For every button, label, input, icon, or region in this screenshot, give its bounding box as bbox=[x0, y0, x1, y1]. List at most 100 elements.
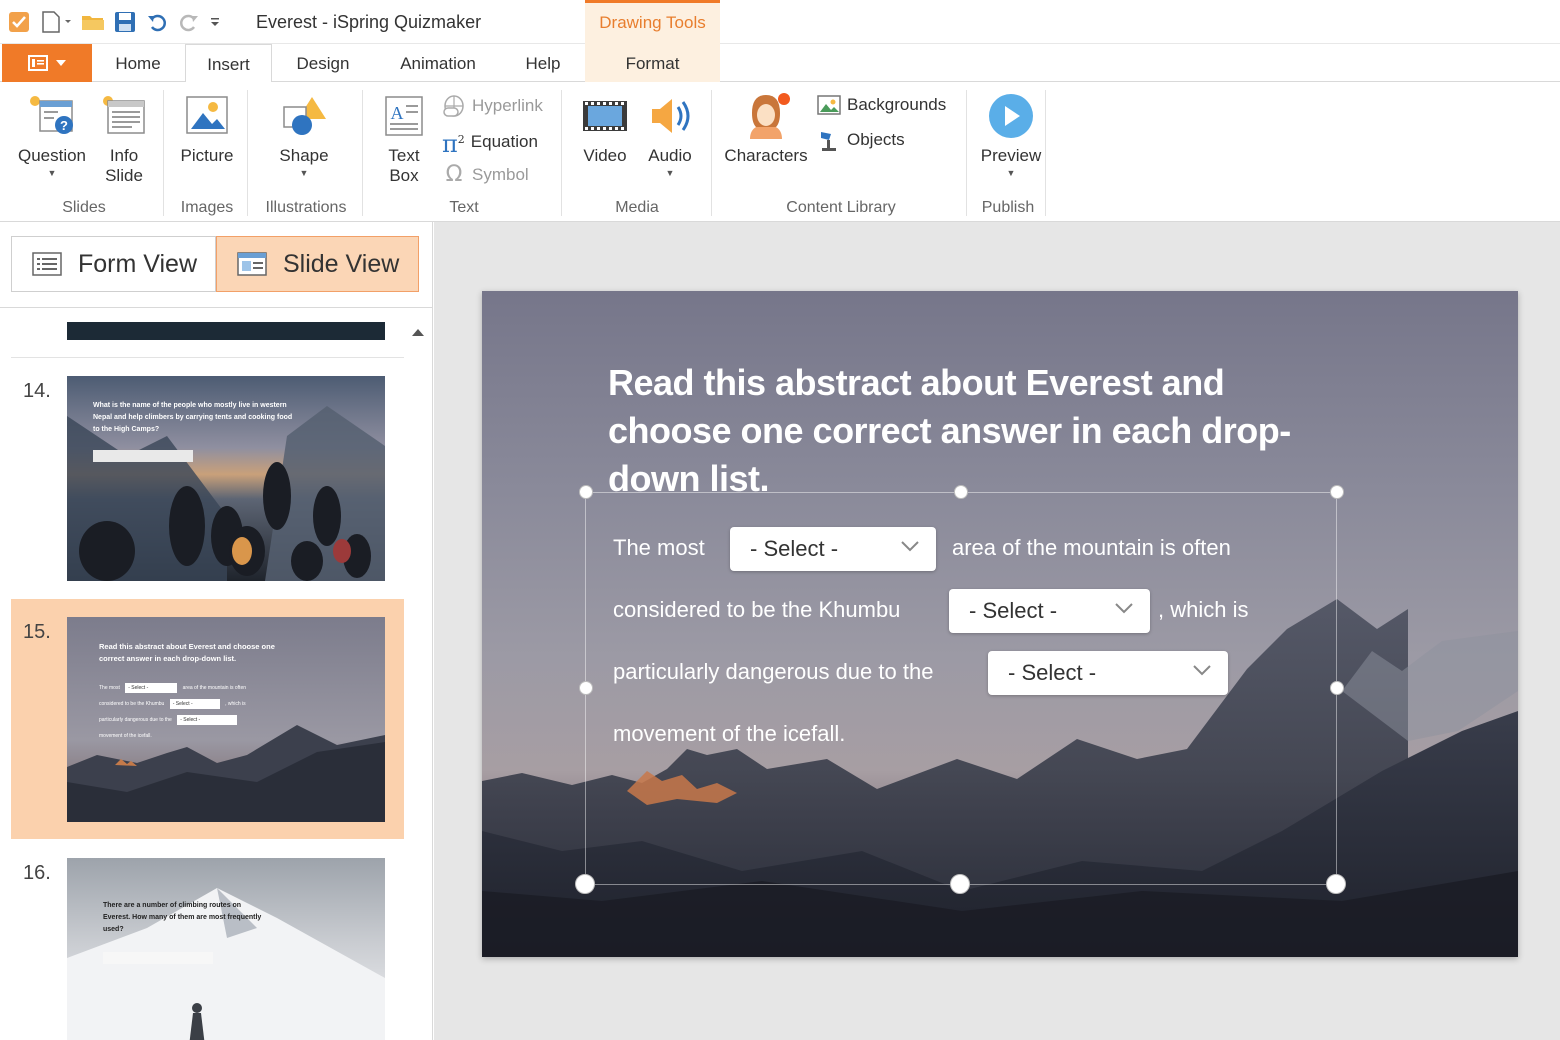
tab-home[interactable]: Home bbox=[100, 44, 176, 82]
info-slide-button[interactable]: Info Slide bbox=[96, 92, 152, 186]
preview-label: Preview bbox=[980, 146, 1042, 165]
redo-icon[interactable] bbox=[176, 8, 202, 36]
slide-number: 15. bbox=[23, 621, 51, 643]
media-group-label: Media bbox=[615, 199, 659, 216]
symbol-button[interactable]: Ω Symbol bbox=[442, 162, 529, 187]
chevron-down-icon bbox=[1115, 603, 1133, 614]
pi-icon: π2 bbox=[442, 130, 465, 158]
resize-handle-top[interactable] bbox=[954, 485, 968, 499]
question-dropdown-icon: ▼ bbox=[47, 168, 57, 178]
scroll-up-arrow-icon[interactable] bbox=[412, 329, 424, 336]
objects-label: Objects bbox=[847, 130, 905, 149]
text-box-icon: A bbox=[378, 92, 430, 140]
content-library-group-label: Content Library bbox=[786, 199, 896, 216]
info-slide-icon bbox=[98, 92, 150, 140]
resize-handle-bottom-left[interactable] bbox=[575, 874, 595, 894]
dropdown-value: - Select - bbox=[969, 598, 1058, 623]
mini-text: area of the mountain is often bbox=[182, 685, 246, 691]
preview-dropdown-icon: ▼ bbox=[1006, 168, 1016, 178]
mini-select: - Select - bbox=[125, 683, 178, 693]
resize-handle-right[interactable] bbox=[1330, 681, 1344, 695]
customize-toolbar-icon[interactable] bbox=[208, 8, 222, 36]
tab-animation[interactable]: Animation bbox=[385, 44, 491, 82]
picture-icon bbox=[181, 92, 233, 140]
ribbon-tabs: Home Insert Design Animation Help Format bbox=[0, 44, 1560, 83]
app-check-icon[interactable] bbox=[6, 8, 32, 36]
answer-dropdown-2[interactable]: - Select - bbox=[949, 589, 1150, 633]
slide-thumbnail-15[interactable]: 15. Read this abstract about Everest and… bbox=[11, 599, 404, 839]
tab-help[interactable]: Help bbox=[510, 44, 576, 82]
question-button[interactable]: ? Question ▼ bbox=[10, 92, 94, 178]
equation-button[interactable]: π2 Equation bbox=[442, 128, 538, 156]
shape-label: Shape bbox=[279, 146, 329, 165]
view-switcher: Form View Slide View bbox=[0, 222, 432, 308]
objects-icon bbox=[821, 132, 836, 151]
question-icon: ? bbox=[26, 92, 78, 140]
shape-button[interactable]: Shape ▼ bbox=[262, 92, 346, 178]
group-divider bbox=[247, 90, 248, 216]
characters-label: Characters bbox=[724, 146, 808, 165]
open-folder-icon[interactable] bbox=[80, 8, 106, 36]
tab-format[interactable]: Format bbox=[585, 44, 720, 82]
slide-16-text: There are a number of climbing routes on… bbox=[103, 902, 262, 933]
resize-handle-top-left[interactable] bbox=[579, 485, 593, 499]
resize-handle-bottom-right[interactable] bbox=[1326, 874, 1346, 894]
text-box-label-1: Text bbox=[388, 146, 420, 165]
passage-text: considered to be the Khumbu bbox=[613, 597, 901, 622]
mini-text: considered to be the Khumbu bbox=[99, 701, 165, 707]
backgrounds-icon bbox=[817, 95, 841, 115]
thumbnails-scrollbar[interactable] bbox=[405, 309, 432, 1040]
audio-icon bbox=[644, 92, 696, 140]
slide-thumbnail-13[interactable] bbox=[11, 309, 404, 357]
text-group-label: Text bbox=[449, 199, 479, 216]
tab-design[interactable]: Design bbox=[280, 44, 366, 82]
dropdown-value: - Select - bbox=[750, 536, 839, 561]
picture-button[interactable]: Picture bbox=[172, 92, 242, 166]
slides-panel: Form View Slide View 14. What is the nam… bbox=[0, 222, 433, 1040]
text-box-button[interactable]: A Text Box bbox=[374, 92, 434, 186]
characters-button[interactable]: Characters bbox=[720, 92, 812, 166]
current-slide[interactable]: Read this abstract about Everest and cho… bbox=[482, 291, 1518, 957]
save-icon[interactable] bbox=[112, 8, 138, 36]
slide-view-button[interactable]: Slide View bbox=[216, 236, 419, 292]
backgrounds-button[interactable]: Backgrounds bbox=[817, 94, 946, 116]
mini-text: The most bbox=[99, 685, 120, 691]
tab-insert[interactable]: Insert bbox=[185, 44, 272, 83]
file-menu-button[interactable] bbox=[2, 44, 92, 82]
preview-button[interactable]: Preview ▼ bbox=[976, 92, 1046, 178]
preview-play-icon bbox=[985, 92, 1037, 140]
audio-label: Audio bbox=[648, 146, 692, 165]
hyperlink-button[interactable]: Hyperlink bbox=[442, 94, 543, 118]
resize-handle-top-right[interactable] bbox=[1330, 485, 1344, 499]
video-button[interactable]: Video bbox=[574, 92, 636, 166]
form-view-icon bbox=[32, 252, 62, 276]
slide-thumbnail-16[interactable]: 16. There are a number of climbing route… bbox=[11, 840, 404, 1040]
slide-16-image: There are a number of climbing routes on… bbox=[67, 858, 385, 1040]
group-divider bbox=[711, 90, 712, 216]
ribbon: ? Question ▼ Info Slide Slides Picture I… bbox=[0, 82, 1560, 222]
passage-text: The most bbox=[613, 535, 705, 560]
resize-handle-bottom[interactable] bbox=[950, 874, 970, 894]
title-bar: Everest - iSpring Quizmaker bbox=[0, 0, 1560, 44]
undo-icon[interactable] bbox=[144, 8, 170, 36]
audio-button[interactable]: Audio ▼ bbox=[640, 92, 700, 178]
shape-dropdown-icon: ▼ bbox=[299, 168, 309, 178]
answer-dropdown-3[interactable]: - Select - bbox=[988, 651, 1228, 695]
illustrations-group-label: Illustrations bbox=[265, 199, 347, 216]
form-view-button[interactable]: Form View bbox=[11, 236, 216, 292]
quick-access-toolbar bbox=[6, 8, 222, 36]
resize-handle-left[interactable] bbox=[579, 681, 593, 695]
shape-icon bbox=[278, 92, 330, 140]
slide-thumbnail-14[interactable]: 14. What is the name of the people who m… bbox=[11, 358, 404, 598]
svg-text:A: A bbox=[391, 103, 404, 123]
question-label: Question bbox=[17, 146, 87, 165]
slide-14-answer-field bbox=[93, 450, 193, 462]
objects-button[interactable]: Objects bbox=[817, 128, 905, 152]
answer-dropdown-1[interactable]: - Select - bbox=[730, 527, 936, 571]
slide-13-image bbox=[67, 322, 385, 340]
slide-15-text: Read this abstract about Everest and cho… bbox=[99, 642, 275, 663]
publish-group-label: Publish bbox=[981, 199, 1035, 216]
question-text[interactable]: Read this abstract about Everest and cho… bbox=[608, 359, 1348, 503]
slide-14-image: What is the name of the people who mostl… bbox=[67, 376, 385, 581]
new-document-icon[interactable] bbox=[38, 8, 74, 36]
